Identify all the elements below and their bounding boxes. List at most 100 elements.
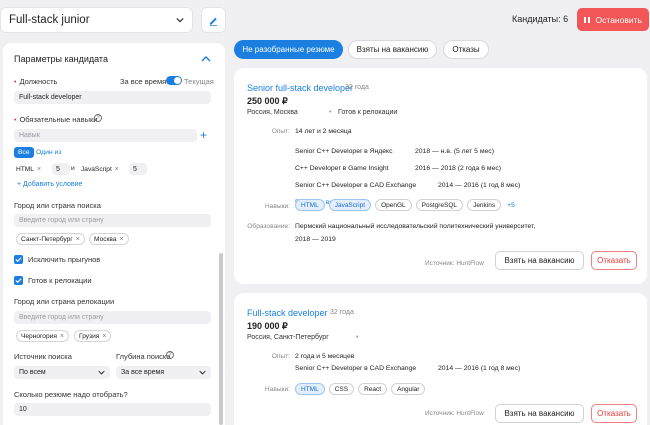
skills-key-label: Навыки: xyxy=(264,203,290,210)
position-label: Должность xyxy=(14,77,57,86)
job-title: Senior C++ Developer в CAD Exchange xyxy=(295,365,417,372)
count-label: Сколько резюме надо отобрать? xyxy=(14,390,128,399)
depth-label: Глубина поиска xyxy=(116,352,171,361)
tab-rejected[interactable]: Отказы xyxy=(443,40,489,59)
skill-tag: React xyxy=(358,383,388,395)
candidate-name[interactable]: Senior full-stack developer xyxy=(247,83,353,93)
candidate-relocation: Готов к релокации xyxy=(338,109,398,116)
close-icon[interactable]: × xyxy=(76,236,80,243)
mode-one-button[interactable]: Один из xyxy=(36,149,61,156)
stop-button-label: Остановить xyxy=(595,14,642,25)
scrollbar[interactable] xyxy=(219,253,223,425)
depth-select[interactable]: За все время xyxy=(116,366,211,379)
skill-chip-name: HTML xyxy=(16,165,34,173)
skill-tag: HTML xyxy=(295,383,325,395)
exclude-jumpers-checkbox[interactable]: Исключить прыгунов xyxy=(14,255,100,264)
more-skills-link[interactable]: +5 xyxy=(507,202,515,209)
close-icon[interactable]: × xyxy=(120,236,124,243)
relocate-city-input[interactable]: Введите город или страну xyxy=(14,311,211,324)
tab-unsorted[interactable]: Не разобранные резюме xyxy=(234,40,343,59)
take-on-vacancy-button[interactable]: Взять на вакансию xyxy=(495,404,584,423)
source-label: Источник: HuntFlow xyxy=(425,410,484,417)
all-time-label: За все время xyxy=(120,77,167,86)
city-chip: Черногория × xyxy=(16,330,69,342)
experience-key: Опыт: xyxy=(271,353,290,360)
city-chip-name: Грузия xyxy=(79,332,100,340)
close-icon[interactable]: × xyxy=(60,333,64,340)
education-value: Пермский национальный исследовательский … xyxy=(295,223,536,230)
chevron-up-icon[interactable] xyxy=(201,55,211,63)
skill-tag: Angular xyxy=(391,383,426,395)
checkmark-icon xyxy=(14,255,23,264)
close-icon[interactable]: × xyxy=(37,166,41,173)
skill-chip: HTML × xyxy=(14,163,44,175)
city-chip-name: Москва xyxy=(94,235,117,243)
pencil-icon xyxy=(209,17,218,26)
education-key: Образование: xyxy=(247,223,290,230)
pause-icon xyxy=(584,16,590,23)
position-field[interactable]: Full-stack developer xyxy=(14,91,211,104)
skill-tag: JavaScript xyxy=(328,199,372,211)
job-period: 2016 — 2018 (2 года 6 мес) xyxy=(415,165,502,172)
add-condition-link[interactable]: + Добавить условие xyxy=(17,181,82,188)
current-label: Текущая xyxy=(184,77,214,86)
close-icon[interactable]: × xyxy=(115,166,119,173)
job-title: Senior C++ Developer в Яндекс xyxy=(295,148,393,155)
candidate-location: Россия, Санкт-Петербург xyxy=(247,334,329,341)
count-field[interactable]: 10 xyxy=(14,403,211,416)
skill-tag: Jenkins xyxy=(467,199,502,211)
job-period: 2018 — н.в. (5 лет 5 мес) xyxy=(415,148,494,155)
and-label: и xyxy=(71,165,75,172)
chevron-down-icon xyxy=(98,370,105,375)
panel-title: Параметры кандидата xyxy=(14,54,108,64)
candidate-salary: 250 000 ₽ xyxy=(247,96,288,106)
candidate-salary: 190 000 ₽ xyxy=(247,321,288,331)
reject-button[interactable]: Отказать xyxy=(591,404,637,423)
candidate-location: Россия, Москва xyxy=(247,109,298,116)
help-icon[interactable]: ? xyxy=(166,351,174,359)
experience-total: 2 года и 5 месяцев xyxy=(295,353,355,360)
source-select[interactable]: По всем xyxy=(14,366,110,379)
source-select-value: По всем xyxy=(19,369,46,376)
checkmark-icon xyxy=(14,276,23,285)
skill-chip-name: JavaScript xyxy=(81,165,112,173)
city-chip: Москва × xyxy=(89,233,129,245)
ready-relocate-checkbox[interactable]: Готов к релокации xyxy=(14,276,92,285)
job-period: 2014 — 2016 (1 год 8 мес) xyxy=(438,182,521,189)
take-on-vacancy-button[interactable]: Взять на вакансию xyxy=(495,251,584,270)
depth-select-value: За все время xyxy=(121,369,165,376)
separator-dot: • xyxy=(329,109,332,116)
reject-button[interactable]: Отказать xyxy=(591,251,637,270)
vacancy-select[interactable]: Full-stack junior xyxy=(0,7,193,33)
help-icon[interactable]: ? xyxy=(94,114,102,122)
skill-tag: OpenGL xyxy=(375,199,412,211)
search-city-input[interactable]: Введите город или страну xyxy=(14,214,211,227)
add-skill-icon[interactable]: + xyxy=(200,129,207,141)
mode-all-button[interactable]: Все xyxy=(14,147,34,158)
skill-chip: JavaScript × xyxy=(79,163,121,175)
close-icon[interactable]: × xyxy=(102,333,106,340)
experience-key: Опыт: xyxy=(271,128,290,135)
separator-dot: • xyxy=(356,334,359,341)
candidates-count: Кандидаты: 6 xyxy=(512,14,569,24)
relocate-city-label: Город или страна релокации xyxy=(14,297,115,306)
ready-relocate-label: Готов к релокации xyxy=(28,276,92,285)
candidate-card: Full-stack developer 32 года 190 000 ₽ Р… xyxy=(234,293,647,425)
skill-tag: PostgreSQL xyxy=(415,199,464,211)
skill-years-field[interactable]: 5 xyxy=(52,163,70,175)
skills-row: HTML JavaScript OpenGL PostgreSQL Jenkin… xyxy=(295,199,515,211)
candidate-card: Senior full-stack developer 32 года 250 … xyxy=(234,68,647,284)
tab-taken[interactable]: Взяты на вакансию xyxy=(348,40,437,59)
candidate-name[interactable]: Full-stack developer xyxy=(247,308,328,318)
skills-label: Обязательные навыки xyxy=(14,115,97,124)
skill-years-field[interactable]: 5 xyxy=(129,163,147,175)
city-chip: Грузия × xyxy=(74,330,112,342)
skill-input[interactable]: Навык xyxy=(14,129,197,142)
edit-vacancy-button[interactable] xyxy=(201,7,226,33)
job-period: 2014 — 2016 (1 год 8 мес) xyxy=(438,365,521,372)
vacancy-select-value: Full-stack junior xyxy=(9,14,90,26)
city-chip-name: Санкт-Петербург xyxy=(21,235,73,243)
search-city-label: Город или страна поиска xyxy=(14,201,101,210)
current-toggle[interactable] xyxy=(166,76,182,85)
stop-button[interactable]: Остановить xyxy=(577,8,649,31)
